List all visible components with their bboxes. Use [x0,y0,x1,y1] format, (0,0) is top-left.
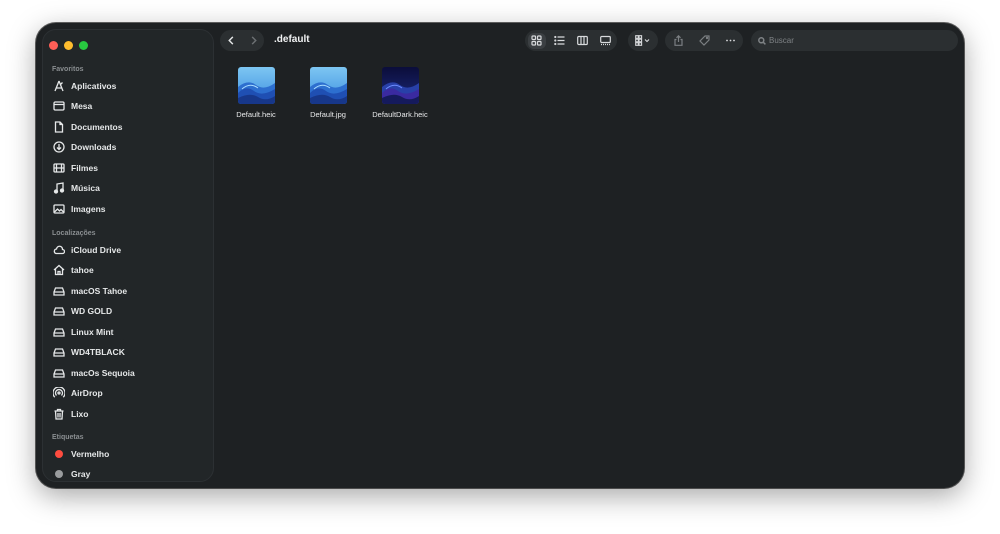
share-button[interactable] [673,35,684,46]
search-field[interactable] [751,30,958,51]
more-actions-button[interactable] [725,35,736,46]
group-by-button[interactable] [628,30,658,51]
sidebar-item-label: tahoe [71,265,94,275]
actions-toolbar [665,30,743,51]
group-grid-chevron-icon [635,35,650,46]
sidebar-item-tag-red[interactable]: Vermelho [52,446,207,462]
music-icon [52,181,66,195]
trash-icon [52,407,66,421]
cloud-icon [52,243,66,257]
sidebar-item-label: AirDrop [71,388,103,398]
image-thumbnail [381,67,419,104]
sidebar-item-label: Imagens [71,204,106,214]
sidebar-item-applications[interactable]: Aplicativos [52,78,207,94]
drive-icon [52,325,66,339]
navigation-buttons [220,30,264,51]
sidebar-item-icloud[interactable]: iCloud Drive [52,242,207,258]
sidebar-item-label: iCloud Drive [71,245,122,255]
sidebar-item-drive-wd-gold[interactable]: WD GOLD [52,303,207,319]
sidebar-item-music[interactable]: Música [52,180,207,196]
search-icon [758,36,766,45]
sidebar-item-airdrop[interactable]: AirDrop [52,385,207,401]
sidebar: Favoritos Aplicativos Mesa Documentos Do… [42,29,214,482]
list-icon [554,35,565,46]
sidebar-item-drive-wd4tblack[interactable]: WD4TBLACK [52,344,207,360]
zoom-button[interactable] [79,41,88,50]
gallery-view-button[interactable] [597,33,615,49]
sidebar-item-label: Downloads [71,142,117,152]
minimize-button[interactable] [64,41,73,50]
forward-button[interactable] [249,36,258,45]
file-item-defaultdark-heic[interactable]: DefaultDark.heic [365,67,435,119]
sidebar-item-trash[interactable]: Lixo [52,406,207,422]
sidebar-item-movies[interactable]: Filmes [52,160,207,176]
tag-red-dot-icon [52,447,66,461]
file-item-default-heic[interactable]: Default.heic [221,67,291,119]
sidebar-item-tag-gray[interactable]: Gray [52,466,207,482]
search-input[interactable] [769,36,939,45]
drive-icon [52,366,66,380]
ellipsis-icon [725,39,735,42]
tag-icon [698,35,710,46]
window-title: .default [274,34,310,45]
photo-icon [52,202,66,216]
sidebar-item-drive-macos-sequoia[interactable]: macOs Sequoia [52,365,207,381]
gallery-icon [600,35,611,46]
sidebar-item-label: macOs Sequoia [71,368,135,378]
file-name: DefaultDark.heic [372,110,428,119]
sidebar-item-drive-linux-mint[interactable]: Linux Mint [52,324,207,340]
file-name: Default.heic [236,110,276,119]
sidebar-item-home[interactable]: tahoe [52,262,207,278]
sidebar-item-documents[interactable]: Documentos [52,119,207,135]
tag-button[interactable] [698,35,710,46]
drive-icon [52,304,66,318]
back-button[interactable] [227,36,236,45]
sidebar-item-desktop[interactable]: Mesa [52,98,207,114]
drive-icon [52,345,66,359]
window-controls [49,41,88,50]
sidebar-item-label: Mesa [71,101,93,111]
sidebar-item-pictures[interactable]: Imagens [52,201,207,217]
tags-section-label: Etiquetas [52,434,84,441]
sidebar-item-label: Música [71,183,100,193]
chevron-right-icon [251,36,257,45]
image-thumbnail [237,67,275,104]
sidebar-item-label: Vermelho [71,449,110,459]
home-icon [52,263,66,277]
desktop-icon [52,99,66,113]
favorites-section-label: Favoritos [52,66,84,73]
column-view-button[interactable] [574,33,592,49]
sidebar-item-downloads[interactable]: Downloads [52,139,207,155]
sidebar-item-label: WD GOLD [71,306,113,316]
file-name: Default.jpg [310,110,346,119]
sidebar-item-label: WD4TBLACK [71,347,125,357]
sidebar-item-drive-macos-tahoe[interactable]: macOS Tahoe [52,283,207,299]
apps-icon [52,79,66,93]
drive-icon [52,284,66,298]
file-item-default-jpg[interactable]: Default.jpg [293,67,363,119]
sidebar-item-label: Gray [71,469,91,479]
locations-section-label: Localizações [52,230,96,237]
grid-icon [531,35,542,46]
sidebar-item-label: Documentos [71,122,123,132]
icon-view-button[interactable] [527,32,546,49]
sidebar-item-label: macOS Tahoe [71,286,128,296]
finder-window: Favoritos Aplicativos Mesa Documentos Do… [36,23,964,488]
chevron-left-icon [227,36,233,45]
list-view-button[interactable] [551,33,569,49]
document-icon [52,120,66,134]
sidebar-item-label: Aplicativos [71,81,117,91]
sidebar-item-label: Filmes [71,163,98,173]
share-icon [673,35,683,46]
columns-icon [577,35,588,46]
view-mode-selector [525,30,617,51]
airdrop-icon [52,386,66,400]
tag-gray-dot-icon [52,467,66,481]
sidebar-item-label: Lixo [71,409,89,419]
image-thumbnail [309,67,347,104]
close-button[interactable] [49,41,58,50]
download-icon [52,140,66,154]
sidebar-item-label: Linux Mint [71,327,114,337]
film-icon [52,161,66,175]
